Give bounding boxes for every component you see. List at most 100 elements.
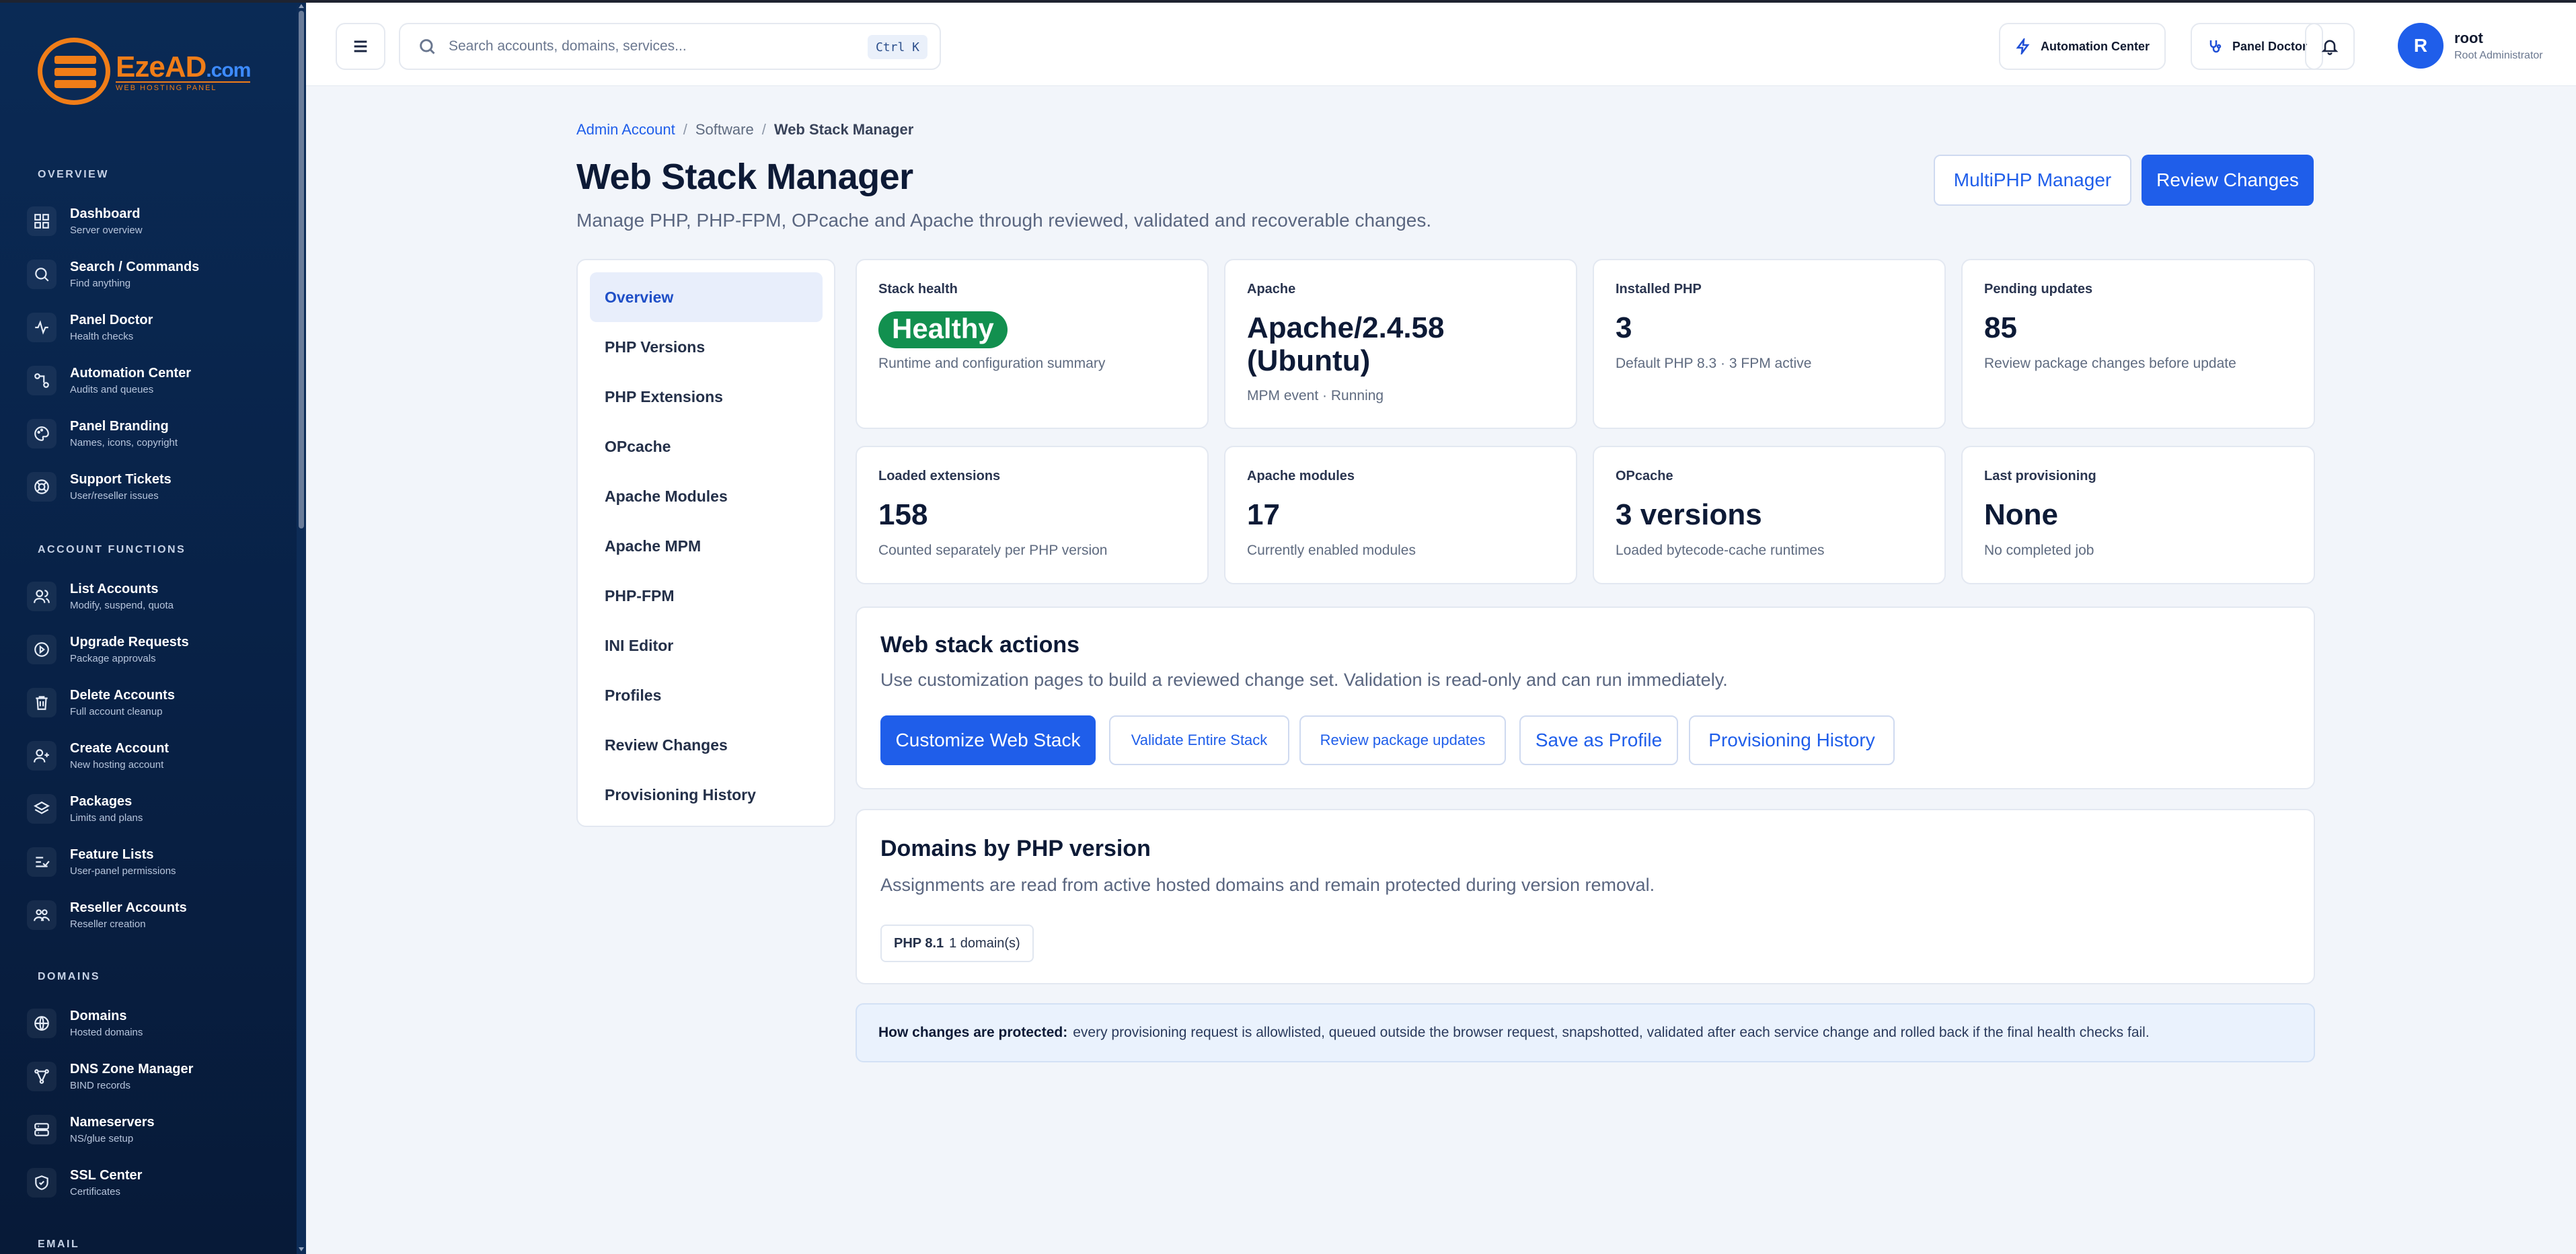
sidebar-item-sub: Modify, suspend, quota — [70, 600, 174, 611]
sidebar-item-ssl-center[interactable]: SSL Center Certificates — [27, 1161, 296, 1205]
stat-label: Stack health — [878, 282, 958, 297]
menu-toggle-button[interactable] — [336, 23, 385, 70]
sidebar-scrollbar[interactable] — [297, 4, 306, 1254]
sidebar-item-list-accounts[interactable]: List Accounts Modify, suspend, quota — [27, 574, 296, 619]
subnav-apache-modules[interactable]: Apache Modules — [590, 471, 823, 521]
provisioning-history-button[interactable]: Provisioning History — [1689, 715, 1895, 765]
stat-value: 17 — [1247, 498, 1280, 531]
sidebar-item-label: Delete Accounts — [70, 688, 175, 703]
subnav-opcache[interactable]: OPcache — [590, 422, 823, 471]
subnav-profiles[interactable]: Profiles — [590, 670, 823, 720]
save-as-profile-button[interactable]: Save as Profile — [1519, 715, 1678, 765]
stat-value: 3 versions — [1616, 498, 1762, 531]
breadcrumb-software[interactable]: Software — [695, 121, 754, 138]
stat-desc: Counted separately per PHP version — [878, 543, 1108, 558]
sidebar-item-delete-accounts[interactable]: Delete Accounts Full account cleanup — [27, 680, 296, 725]
pulse-icon — [27, 313, 56, 342]
scroll-down-icon[interactable] — [299, 1247, 304, 1251]
sidebar-item-sub: Reseller creation — [70, 918, 146, 930]
sidebar-item-nameservers[interactable]: Nameservers NS/glue setup — [27, 1107, 296, 1152]
customize-web-stack-button[interactable]: Customize Web Stack — [880, 715, 1096, 765]
sidebar-item-automation-center[interactable]: Automation Center Audits and queues — [27, 358, 296, 403]
chip-version: PHP 8.1 — [894, 935, 944, 951]
sidebar-item-search[interactable]: Search / Commands Find anything — [27, 252, 296, 297]
multiphp-manager-button[interactable]: MultiPHP Manager — [1934, 155, 2131, 206]
sidebar-item-sub: NS/glue setup — [70, 1133, 134, 1144]
avatar[interactable]: R — [2398, 23, 2444, 69]
sidebar-item-packages[interactable]: Packages Limits and plans — [27, 787, 296, 831]
sidebar-item-feature-lists[interactable]: Feature Lists User-panel permissions — [27, 840, 296, 884]
sidebar-item-panel-doctor[interactable]: Panel Doctor Health checks — [27, 305, 296, 350]
sidebar-item-sub: User-panel permissions — [70, 865, 176, 877]
review-package-updates-button[interactable]: Review package updates — [1299, 715, 1506, 765]
sidebar-item-label: Feature Lists — [70, 847, 154, 862]
users-icon — [27, 582, 56, 611]
sidebar-item-reseller-accounts[interactable]: Reseller Accounts Reseller creation — [27, 893, 296, 937]
server-icon — [27, 1115, 56, 1144]
subnav-provisioning-history[interactable]: Provisioning History — [590, 770, 823, 820]
note-strong: How changes are protected: — [878, 1025, 1068, 1040]
stat-label: OPcache — [1616, 469, 1673, 483]
review-changes-button[interactable]: Review Changes — [2142, 155, 2314, 206]
brand-logo[interactable]: EzeAD.com WEB HOSTING PANEL — [38, 38, 251, 105]
search-input[interactable]: Search accounts, domains, services... Ct… — [399, 23, 941, 70]
stat-label: Installed PHP — [1616, 282, 1702, 297]
sidebar-item-upgrade-requests[interactable]: Upgrade Requests Package approvals — [27, 627, 296, 672]
user-role: Root Administrator — [2454, 50, 2543, 61]
validate-entire-stack-button[interactable]: Validate Entire Stack — [1109, 715, 1289, 765]
sidebar-item-sub: BIND records — [70, 1080, 131, 1091]
shield-icon — [27, 1168, 56, 1198]
palette-icon — [27, 419, 56, 448]
panel-doctor-button[interactable]: Panel Doctor — [2191, 23, 2324, 70]
sidebar-scroll-thumb[interactable] — [299, 11, 304, 528]
domains-by-php-panel: Domains by PHP version Assignments are r… — [856, 809, 2315, 984]
note-text: every provisioning request is allowliste… — [1073, 1025, 2150, 1040]
sidebar-item-create-account[interactable]: Create Account New hosting account — [27, 734, 296, 778]
stat-value: Apache/2.4.58 (Ubuntu) — [1247, 311, 1445, 378]
user-name[interactable]: root — [2454, 30, 2483, 47]
breadcrumb-admin-account[interactable]: Admin Account — [576, 121, 675, 138]
sidebar-item-label: Panel Doctor — [70, 313, 153, 327]
list-check-icon — [27, 847, 56, 877]
sidebar-item-label: Automation Center — [70, 366, 191, 381]
stat-desc: Default PHP 8.3 · 3 FPM active — [1616, 356, 1812, 371]
sidebar-item-label: Dashboard — [70, 206, 141, 221]
panel-subtitle: Assignments are read from active hosted … — [880, 875, 1655, 895]
subnav-overview[interactable]: Overview — [590, 272, 823, 322]
stat-label: Last provisioning — [1984, 469, 2096, 483]
web-stack-actions-panel: Web stack actions Use customization page… — [856, 606, 2315, 789]
sidebar-item-dashboard[interactable]: Dashboard Server overview — [27, 199, 296, 243]
php-version-chip[interactable]: PHP 8.1 1 domain(s) — [880, 925, 1034, 962]
sidebar-item-support-tickets[interactable]: Support Tickets User/reseller issues — [27, 465, 296, 509]
stethoscope-icon — [2209, 40, 2222, 53]
stat-card-loaded-extensions: Loaded extensions 158 Counted separately… — [856, 446, 1209, 584]
sidebar-item-domains[interactable]: Domains Hosted domains — [27, 1001, 296, 1046]
subnav-ini-editor[interactable]: INI Editor — [590, 621, 823, 670]
stat-value: 3 — [1616, 311, 1632, 344]
sidebar-section-email: EMAIL — [38, 1239, 80, 1250]
bolt-icon — [2016, 38, 2030, 54]
stat-desc: Review package changes before update — [1984, 356, 2236, 371]
stat-card-stack-health: Stack health Healthy Runtime and configu… — [856, 259, 1209, 429]
brand-name: EzeAD — [116, 50, 206, 83]
panel-title: Domains by PHP version — [880, 836, 1151, 861]
sidebar-item-sub: Package approvals — [70, 653, 156, 664]
subnav-php-fpm[interactable]: PHP-FPM — [590, 571, 823, 621]
panel-doctor-label: Panel Doctor — [2232, 39, 2308, 53]
stat-label: Apache — [1247, 282, 1296, 297]
sidebar-item-sub: Audits and queues — [70, 384, 154, 395]
notifications-button[interactable] — [2305, 23, 2355, 70]
sidebar-item-panel-branding[interactable]: Panel Branding Names, icons, copyright — [27, 412, 296, 456]
stat-card-pending-updates: Pending updates 85 Review package change… — [1961, 259, 2315, 429]
subnav-review-changes[interactable]: Review Changes — [590, 720, 823, 770]
breadcrumb-current: Web Stack Manager — [773, 121, 914, 138]
subnav-apache-mpm[interactable]: Apache MPM — [590, 521, 823, 571]
top-header: Search accounts, domains, services... Ct… — [306, 3, 2576, 86]
automation-center-button[interactable]: Automation Center — [1999, 23, 2166, 70]
sidebar-item-sub: New hosting account — [70, 759, 164, 771]
subnav-php-extensions[interactable]: PHP Extensions — [590, 372, 823, 422]
subnav-php-versions[interactable]: PHP Versions — [590, 322, 823, 372]
lifebuoy-icon — [27, 472, 56, 502]
sidebar-item-dns-zone-manager[interactable]: DNS Zone Manager BIND records — [27, 1054, 296, 1099]
scroll-up-icon[interactable] — [299, 4, 304, 8]
